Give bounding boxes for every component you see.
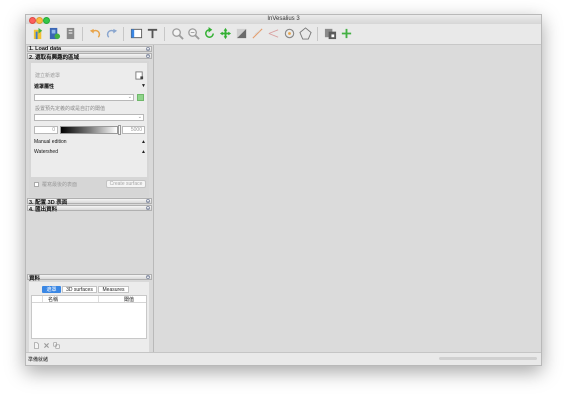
section-title: 1. Load data bbox=[29, 46, 62, 52]
data-list[interactable]: 名稱 閾值 bbox=[31, 295, 147, 339]
toolbar-separator bbox=[317, 27, 318, 41]
chevron-down-icon: ⌄ bbox=[127, 94, 132, 100]
overwrite-surface-checkbox[interactable] bbox=[34, 182, 39, 187]
status-text: 準備就緒 bbox=[28, 357, 49, 363]
zoom-out-icon[interactable] bbox=[187, 27, 200, 40]
add-icon[interactable] bbox=[340, 27, 353, 40]
section-data[interactable]: 資料 ▴ bbox=[27, 274, 152, 282]
layout-icon[interactable] bbox=[130, 27, 143, 40]
manual-edition-label[interactable]: Manual edition bbox=[34, 139, 67, 145]
mask-properties-label: 遮罩屬性 bbox=[34, 84, 55, 90]
mask-panel: 建立新遮罩 遮罩屬性 ▼ ⌄ 設置預先定義的或是自訂的閾值 ⌄ 0 5000 M… bbox=[31, 63, 147, 177]
tab-3d-surfaces[interactable]: 3D surfaces bbox=[62, 286, 97, 293]
zoom-in-icon[interactable] bbox=[171, 27, 184, 40]
new-mask-icon[interactable] bbox=[135, 71, 144, 80]
rotate-icon[interactable] bbox=[203, 27, 216, 40]
threshold-min-value: 0 bbox=[52, 127, 55, 133]
section-load-data[interactable]: 1. Load data ▾ bbox=[27, 46, 152, 52]
measure-linear-icon[interactable] bbox=[251, 27, 264, 40]
section-select-region[interactable]: 2. 選取有興趣的區域 ▴ bbox=[27, 53, 152, 61]
expand-arrow-icon[interactable]: ▼ bbox=[141, 83, 146, 89]
toolbar bbox=[26, 24, 541, 45]
new-item-icon[interactable] bbox=[33, 342, 40, 349]
create-surface-label: Create surface bbox=[109, 181, 143, 187]
threshold-gradient-slider[interactable] bbox=[60, 126, 118, 134]
collapse-icon[interactable]: ▴ bbox=[146, 54, 150, 58]
new-mask-label: 建立新遮罩 bbox=[35, 73, 61, 79]
undo-icon[interactable] bbox=[89, 27, 102, 40]
section-export-data[interactable]: 4. 匯出資料 ▾ bbox=[27, 205, 152, 213]
toolbar-separator bbox=[164, 27, 165, 41]
data-pane: 遮罩 3D surfaces Measures 名稱 閾值 bbox=[29, 282, 149, 352]
viewer-canvas[interactable] bbox=[154, 45, 541, 354]
mask-color-swatch[interactable] bbox=[137, 94, 144, 101]
expand-icon[interactable]: ▾ bbox=[146, 206, 150, 210]
threshold-preset-select[interactable]: ⌄ bbox=[34, 114, 144, 121]
overwrite-surface-label: 覆寫最後的表面 bbox=[42, 182, 78, 188]
polygon-icon[interactable] bbox=[299, 27, 312, 40]
threshold-max-value: 5000 bbox=[130, 127, 142, 133]
pan-icon[interactable] bbox=[219, 27, 232, 40]
progress-bar bbox=[439, 357, 537, 360]
chevron-down-icon: ⌄ bbox=[137, 114, 142, 120]
threshold-handle[interactable] bbox=[118, 125, 121, 135]
threshold-preset-label: 設置預先定義的或是自訂的閾值 bbox=[35, 106, 106, 112]
expand-arrow-icon[interactable]: ▲ bbox=[141, 149, 146, 155]
threshold-min-input[interactable]: 0 bbox=[34, 126, 58, 134]
left-panel: 1. Load data ▾ 2. 選取有興趣的區域 ▴ 建立新遮罩 遮罩屬性 … bbox=[26, 45, 154, 354]
watershed-label[interactable]: Watershed bbox=[34, 149, 58, 155]
collapse-icon[interactable]: ▴ bbox=[146, 275, 150, 279]
expand-arrow-icon[interactable]: ▲ bbox=[141, 139, 146, 145]
dicom-icon[interactable] bbox=[48, 27, 61, 40]
section-title: 資料 bbox=[29, 276, 41, 282]
contrast-icon[interactable] bbox=[235, 27, 248, 40]
toolbar-separator bbox=[123, 27, 124, 41]
redo-icon[interactable] bbox=[105, 27, 118, 40]
column-name[interactable]: 名稱 bbox=[48, 296, 58, 303]
section-title: 2. 選取有興趣的區域 bbox=[29, 55, 80, 61]
slice-icon[interactable] bbox=[324, 27, 337, 40]
section-configure-3d[interactable]: 3. 配置 3D 表面 ▾ bbox=[27, 198, 152, 206]
toolbar-separator bbox=[82, 27, 83, 41]
column-threshold[interactable]: 閾值 bbox=[124, 296, 134, 303]
duplicate-item-icon[interactable] bbox=[53, 342, 60, 349]
select-region-pane: 建立新遮罩 遮罩屬性 ▼ ⌄ 設置預先定義的或是自訂的閾值 ⌄ 0 5000 M… bbox=[29, 61, 149, 197]
tab-measures[interactable]: Measures bbox=[98, 286, 129, 293]
column-divider bbox=[42, 296, 43, 302]
mask-select[interactable]: ⌄ bbox=[34, 94, 134, 101]
text-icon[interactable] bbox=[146, 27, 159, 40]
import-icon[interactable] bbox=[32, 27, 45, 40]
measure-circle-icon[interactable] bbox=[283, 27, 296, 40]
delete-item-icon[interactable] bbox=[43, 342, 50, 349]
window-title: InVesalius 3 bbox=[267, 16, 300, 22]
data-list-header: 名稱 閾值 bbox=[32, 296, 146, 303]
threshold-max-input[interactable]: 5000 bbox=[122, 126, 145, 134]
tab-masks[interactable]: 遮罩 bbox=[42, 286, 61, 293]
expand-icon[interactable]: ▾ bbox=[146, 47, 150, 51]
create-surface-button[interactable]: Create surface bbox=[106, 180, 146, 188]
status-bar: 準備就緒 bbox=[26, 352, 541, 365]
column-divider bbox=[98, 296, 99, 302]
expand-icon[interactable]: ▾ bbox=[146, 199, 150, 203]
measure-angle-icon[interactable] bbox=[267, 27, 280, 40]
section-title: 4. 匯出資料 bbox=[29, 207, 58, 213]
app-window: InVesalius 3 1. Load data ▾ 2. 選取有興趣的區域 … bbox=[25, 14, 542, 366]
report-icon[interactable] bbox=[64, 27, 77, 40]
